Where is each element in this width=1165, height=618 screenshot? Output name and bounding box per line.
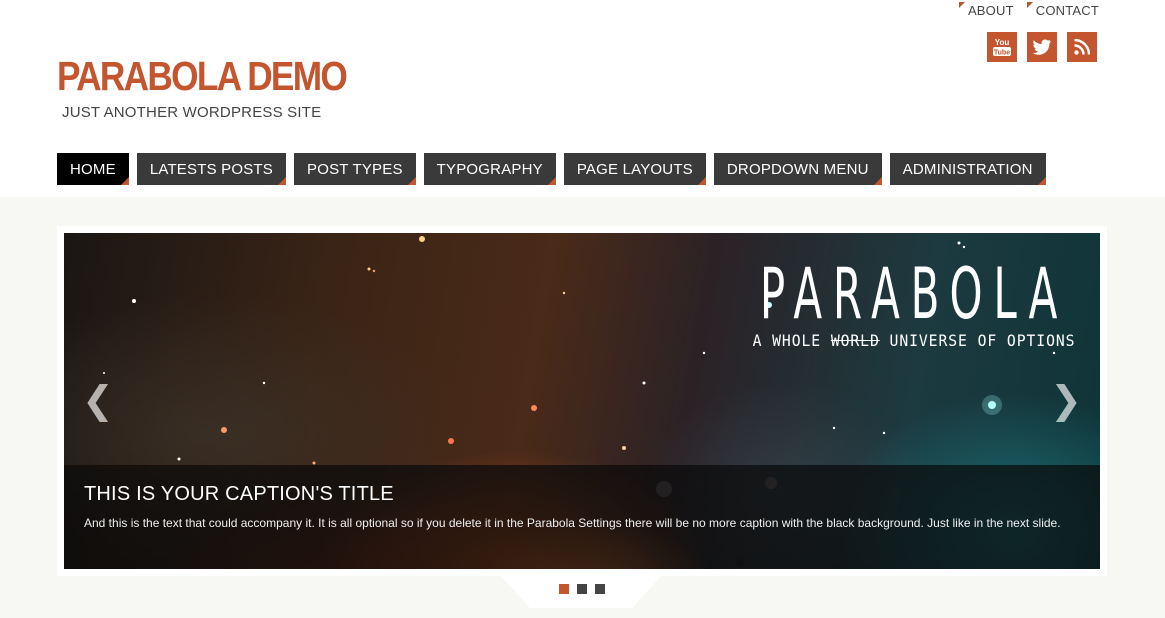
nav-item-typography[interactable]: TYPOGRAPHY: [423, 153, 557, 185]
twitter-button[interactable]: [1027, 32, 1057, 62]
slide-brand: PARABOLA A WHOLE WORLD UNIVERSE OF OPTIO…: [753, 259, 1075, 350]
social-icons: You Tube: [987, 32, 1097, 62]
youtube-icon-label-bottom: Tube: [994, 50, 1010, 57]
nav-item-post-types[interactable]: POST TYPES: [294, 153, 416, 185]
slider-dot-2[interactable]: [577, 584, 587, 594]
slide-brand-subtitle: A WHOLE WORLD UNIVERSE OF OPTIONS: [739, 331, 1089, 350]
youtube-button[interactable]: You Tube: [987, 32, 1017, 62]
caption-text: And this is the text that could accompan…: [84, 516, 1061, 530]
slider-pager: [559, 584, 605, 594]
image-slider: PARABOLA A WHOLE WORLD UNIVERSE OF OPTIO…: [64, 233, 1100, 569]
slide-subtitle-end: UNIVERSE OF OPTIONS: [889, 331, 1076, 350]
nav-item-administration[interactable]: ADMINISTRATION: [889, 153, 1046, 185]
nav-item-page-layouts[interactable]: PAGE LAYOUTS: [563, 153, 706, 185]
main-nav: HOME LATESTS POSTS POST TYPES TYPOGRAPHY…: [57, 153, 1046, 185]
youtube-icon: You Tube: [993, 38, 1011, 57]
top-link-about[interactable]: ABOUT: [958, 2, 1014, 18]
twitter-icon: [1032, 39, 1051, 55]
slide-subtitle-strike: WORLD: [830, 331, 880, 350]
nav-item-latests-posts[interactable]: LATESTS POSTS: [136, 153, 287, 185]
top-link-contact[interactable]: CONTACT: [1026, 2, 1099, 18]
rss-button[interactable]: [1067, 32, 1097, 62]
slide-subtitle-start: A WHOLE: [752, 331, 822, 350]
site-title[interactable]: PARABOLA DEMO: [57, 56, 348, 97]
youtube-icon-label-top: You: [995, 38, 1010, 47]
slider-dot-3[interactable]: [595, 584, 605, 594]
slider-prev-arrow-icon[interactable]: ❮: [82, 381, 114, 419]
slider-dot-1[interactable]: [559, 584, 569, 594]
slider-next-arrow-icon[interactable]: ❯: [1050, 381, 1082, 419]
rss-icon: [1074, 39, 1090, 55]
nav-item-dropdown-menu[interactable]: DROPDOWN MENU: [713, 153, 882, 185]
nav-item-home[interactable]: HOME: [57, 153, 129, 185]
site-header: ABOUT CONTACT You Tube PARABOLA DEMO JUS…: [0, 0, 1165, 197]
slide-brand-title: PARABOLA: [759, 253, 1069, 335]
site-tagline: JUST ANOTHER WORDPRESS SITE: [62, 104, 322, 121]
slide-caption: THIS IS YOUR CAPTION'S TITLE And this is…: [64, 465, 1100, 569]
top-links: ABOUT CONTACT: [958, 2, 1099, 18]
caption-title: THIS IS YOUR CAPTION'S TITLE: [84, 483, 394, 505]
